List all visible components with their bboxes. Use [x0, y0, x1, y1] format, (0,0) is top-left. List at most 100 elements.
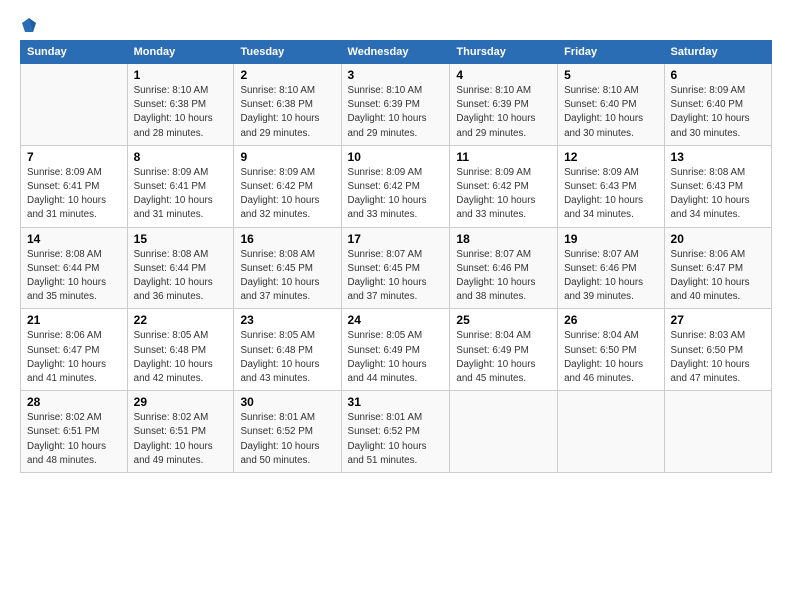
- day-number: 14: [27, 232, 121, 246]
- col-header-thursday: Thursday: [450, 41, 558, 64]
- header-row: SundayMondayTuesdayWednesdayThursdayFrid…: [21, 41, 772, 64]
- day-number: 6: [671, 68, 765, 82]
- day-info: Sunrise: 8:02 AM Sunset: 6:51 PM Dayligh…: [134, 411, 228, 468]
- col-header-saturday: Saturday: [664, 41, 771, 64]
- day-info: Sunrise: 8:06 AM Sunset: 6:47 PM Dayligh…: [27, 329, 121, 386]
- calendar-cell: 28 Sunrise: 8:02 AM Sunset: 6:51 PM Dayli…: [21, 391, 128, 473]
- day-number: 11: [456, 150, 551, 164]
- col-header-tuesday: Tuesday: [234, 41, 341, 64]
- day-info: Sunrise: 8:09 AM Sunset: 6:43 PM Dayligh…: [564, 166, 657, 223]
- col-header-monday: Monday: [127, 41, 234, 64]
- day-number: 26: [564, 313, 657, 327]
- calendar-cell: 21 Sunrise: 8:06 AM Sunset: 6:47 PM Dayli…: [21, 309, 128, 391]
- day-info: Sunrise: 8:07 AM Sunset: 6:46 PM Dayligh…: [564, 248, 657, 305]
- day-info: Sunrise: 8:05 AM Sunset: 6:49 PM Dayligh…: [348, 329, 444, 386]
- day-number: 25: [456, 313, 551, 327]
- day-number: 30: [240, 395, 334, 409]
- day-number: 18: [456, 232, 551, 246]
- calendar-cell: 2 Sunrise: 8:10 AM Sunset: 6:38 PM Daylig…: [234, 64, 341, 146]
- calendar-cell: [558, 391, 664, 473]
- day-number: 22: [134, 313, 228, 327]
- day-number: 7: [27, 150, 121, 164]
- day-info: Sunrise: 8:07 AM Sunset: 6:46 PM Dayligh…: [456, 248, 551, 305]
- day-number: 17: [348, 232, 444, 246]
- page: SundayMondayTuesdayWednesdayThursdayFrid…: [0, 0, 792, 483]
- week-row-5: 28 Sunrise: 8:02 AM Sunset: 6:51 PM Dayli…: [21, 391, 772, 473]
- week-row-4: 21 Sunrise: 8:06 AM Sunset: 6:47 PM Dayli…: [21, 309, 772, 391]
- day-info: Sunrise: 8:09 AM Sunset: 6:41 PM Dayligh…: [134, 166, 228, 223]
- calendar-cell: 13 Sunrise: 8:08 AM Sunset: 6:43 PM Dayli…: [664, 145, 771, 227]
- day-info: Sunrise: 8:01 AM Sunset: 6:52 PM Dayligh…: [240, 411, 334, 468]
- calendar-cell: 17 Sunrise: 8:07 AM Sunset: 6:45 PM Dayli…: [341, 227, 450, 309]
- calendar-cell: 3Sunrise: 8:10 AM Sunset: 6:39 PM Daylig…: [341, 64, 450, 146]
- header: [20, 16, 772, 34]
- calendar-cell: 5 Sunrise: 8:10 AM Sunset: 6:40 PM Daylig…: [558, 64, 664, 146]
- col-header-sunday: Sunday: [21, 41, 128, 64]
- day-info: Sunrise: 8:04 AM Sunset: 6:49 PM Dayligh…: [456, 329, 551, 386]
- day-number: 12: [564, 150, 657, 164]
- day-number: 4: [456, 68, 551, 82]
- day-number: 28: [27, 395, 121, 409]
- calendar-cell: [664, 391, 771, 473]
- calendar-cell: 27Sunrise: 8:03 AM Sunset: 6:50 PM Dayli…: [664, 309, 771, 391]
- calendar-cell: [450, 391, 558, 473]
- day-number: 8: [134, 150, 228, 164]
- calendar-cell: 11 Sunrise: 8:09 AM Sunset: 6:42 PM Dayli…: [450, 145, 558, 227]
- day-info: Sunrise: 8:06 AM Sunset: 6:47 PM Dayligh…: [671, 248, 765, 305]
- day-info: Sunrise: 8:09 AM Sunset: 6:42 PM Dayligh…: [348, 166, 444, 223]
- calendar-cell: 1 Sunrise: 8:10 AM Sunset: 6:38 PM Daylig…: [127, 64, 234, 146]
- week-row-2: 7 Sunrise: 8:09 AM Sunset: 6:41 PM Daylig…: [21, 145, 772, 227]
- calendar-cell: 9Sunrise: 8:09 AM Sunset: 6:42 PM Daylig…: [234, 145, 341, 227]
- week-row-1: 1 Sunrise: 8:10 AM Sunset: 6:38 PM Daylig…: [21, 64, 772, 146]
- day-info: Sunrise: 8:09 AM Sunset: 6:40 PM Dayligh…: [671, 84, 765, 141]
- calendar-cell: 30 Sunrise: 8:01 AM Sunset: 6:52 PM Dayli…: [234, 391, 341, 473]
- day-info: Sunrise: 8:08 AM Sunset: 6:44 PM Dayligh…: [134, 248, 228, 305]
- day-info: Sunrise: 8:05 AM Sunset: 6:48 PM Dayligh…: [240, 329, 334, 386]
- col-header-friday: Friday: [558, 41, 664, 64]
- day-info: Sunrise: 8:10 AM Sunset: 6:39 PM Dayligh…: [456, 84, 551, 141]
- day-info: Sunrise: 8:09 AM Sunset: 6:41 PM Dayligh…: [27, 166, 121, 223]
- calendar-table: SundayMondayTuesdayWednesdayThursdayFrid…: [20, 40, 772, 473]
- day-info: Sunrise: 8:09 AM Sunset: 6:42 PM Dayligh…: [456, 166, 551, 223]
- calendar-cell: 22Sunrise: 8:05 AM Sunset: 6:48 PM Dayli…: [127, 309, 234, 391]
- day-number: 1: [134, 68, 228, 82]
- day-info: Sunrise: 8:01 AM Sunset: 6:52 PM Dayligh…: [348, 411, 444, 468]
- day-number: 13: [671, 150, 765, 164]
- day-info: Sunrise: 8:08 AM Sunset: 6:43 PM Dayligh…: [671, 166, 765, 223]
- day-number: 21: [27, 313, 121, 327]
- day-number: 5: [564, 68, 657, 82]
- day-number: 27: [671, 313, 765, 327]
- calendar-cell: 15Sunrise: 8:08 AM Sunset: 6:44 PM Dayli…: [127, 227, 234, 309]
- day-number: 23: [240, 313, 334, 327]
- day-info: Sunrise: 8:07 AM Sunset: 6:45 PM Dayligh…: [348, 248, 444, 305]
- day-number: 20: [671, 232, 765, 246]
- calendar-cell: 23 Sunrise: 8:05 AM Sunset: 6:48 PM Dayli…: [234, 309, 341, 391]
- day-info: Sunrise: 8:08 AM Sunset: 6:44 PM Dayligh…: [27, 248, 121, 305]
- day-number: 9: [240, 150, 334, 164]
- calendar-cell: 7 Sunrise: 8:09 AM Sunset: 6:41 PM Daylig…: [21, 145, 128, 227]
- day-number: 2: [240, 68, 334, 82]
- day-number: 10: [348, 150, 444, 164]
- calendar-cell: 20 Sunrise: 8:06 AM Sunset: 6:47 PM Dayli…: [664, 227, 771, 309]
- day-info: Sunrise: 8:10 AM Sunset: 6:38 PM Dayligh…: [240, 84, 334, 141]
- calendar-cell: 31 Sunrise: 8:01 AM Sunset: 6:52 PM Dayli…: [341, 391, 450, 473]
- week-row-3: 14 Sunrise: 8:08 AM Sunset: 6:44 PM Dayli…: [21, 227, 772, 309]
- day-number: 16: [240, 232, 334, 246]
- day-info: Sunrise: 8:02 AM Sunset: 6:51 PM Dayligh…: [27, 411, 121, 468]
- day-number: 3: [348, 68, 444, 82]
- calendar-cell: 8 Sunrise: 8:09 AM Sunset: 6:41 PM Daylig…: [127, 145, 234, 227]
- day-info: Sunrise: 8:10 AM Sunset: 6:40 PM Dayligh…: [564, 84, 657, 141]
- calendar-cell: 19Sunrise: 8:07 AM Sunset: 6:46 PM Dayli…: [558, 227, 664, 309]
- day-number: 31: [348, 395, 444, 409]
- day-info: Sunrise: 8:04 AM Sunset: 6:50 PM Dayligh…: [564, 329, 657, 386]
- day-number: 29: [134, 395, 228, 409]
- calendar-cell: [21, 64, 128, 146]
- calendar-cell: 12 Sunrise: 8:09 AM Sunset: 6:43 PM Dayli…: [558, 145, 664, 227]
- calendar-cell: 18 Sunrise: 8:07 AM Sunset: 6:46 PM Dayli…: [450, 227, 558, 309]
- calendar-cell: 29 Sunrise: 8:02 AM Sunset: 6:51 PM Dayli…: [127, 391, 234, 473]
- day-info: Sunrise: 8:10 AM Sunset: 6:38 PM Dayligh…: [134, 84, 228, 141]
- logo-icon: [20, 16, 38, 34]
- calendar-cell: 24Sunrise: 8:05 AM Sunset: 6:49 PM Dayli…: [341, 309, 450, 391]
- day-info: Sunrise: 8:08 AM Sunset: 6:45 PM Dayligh…: [240, 248, 334, 305]
- calendar-cell: 4 Sunrise: 8:10 AM Sunset: 6:39 PM Daylig…: [450, 64, 558, 146]
